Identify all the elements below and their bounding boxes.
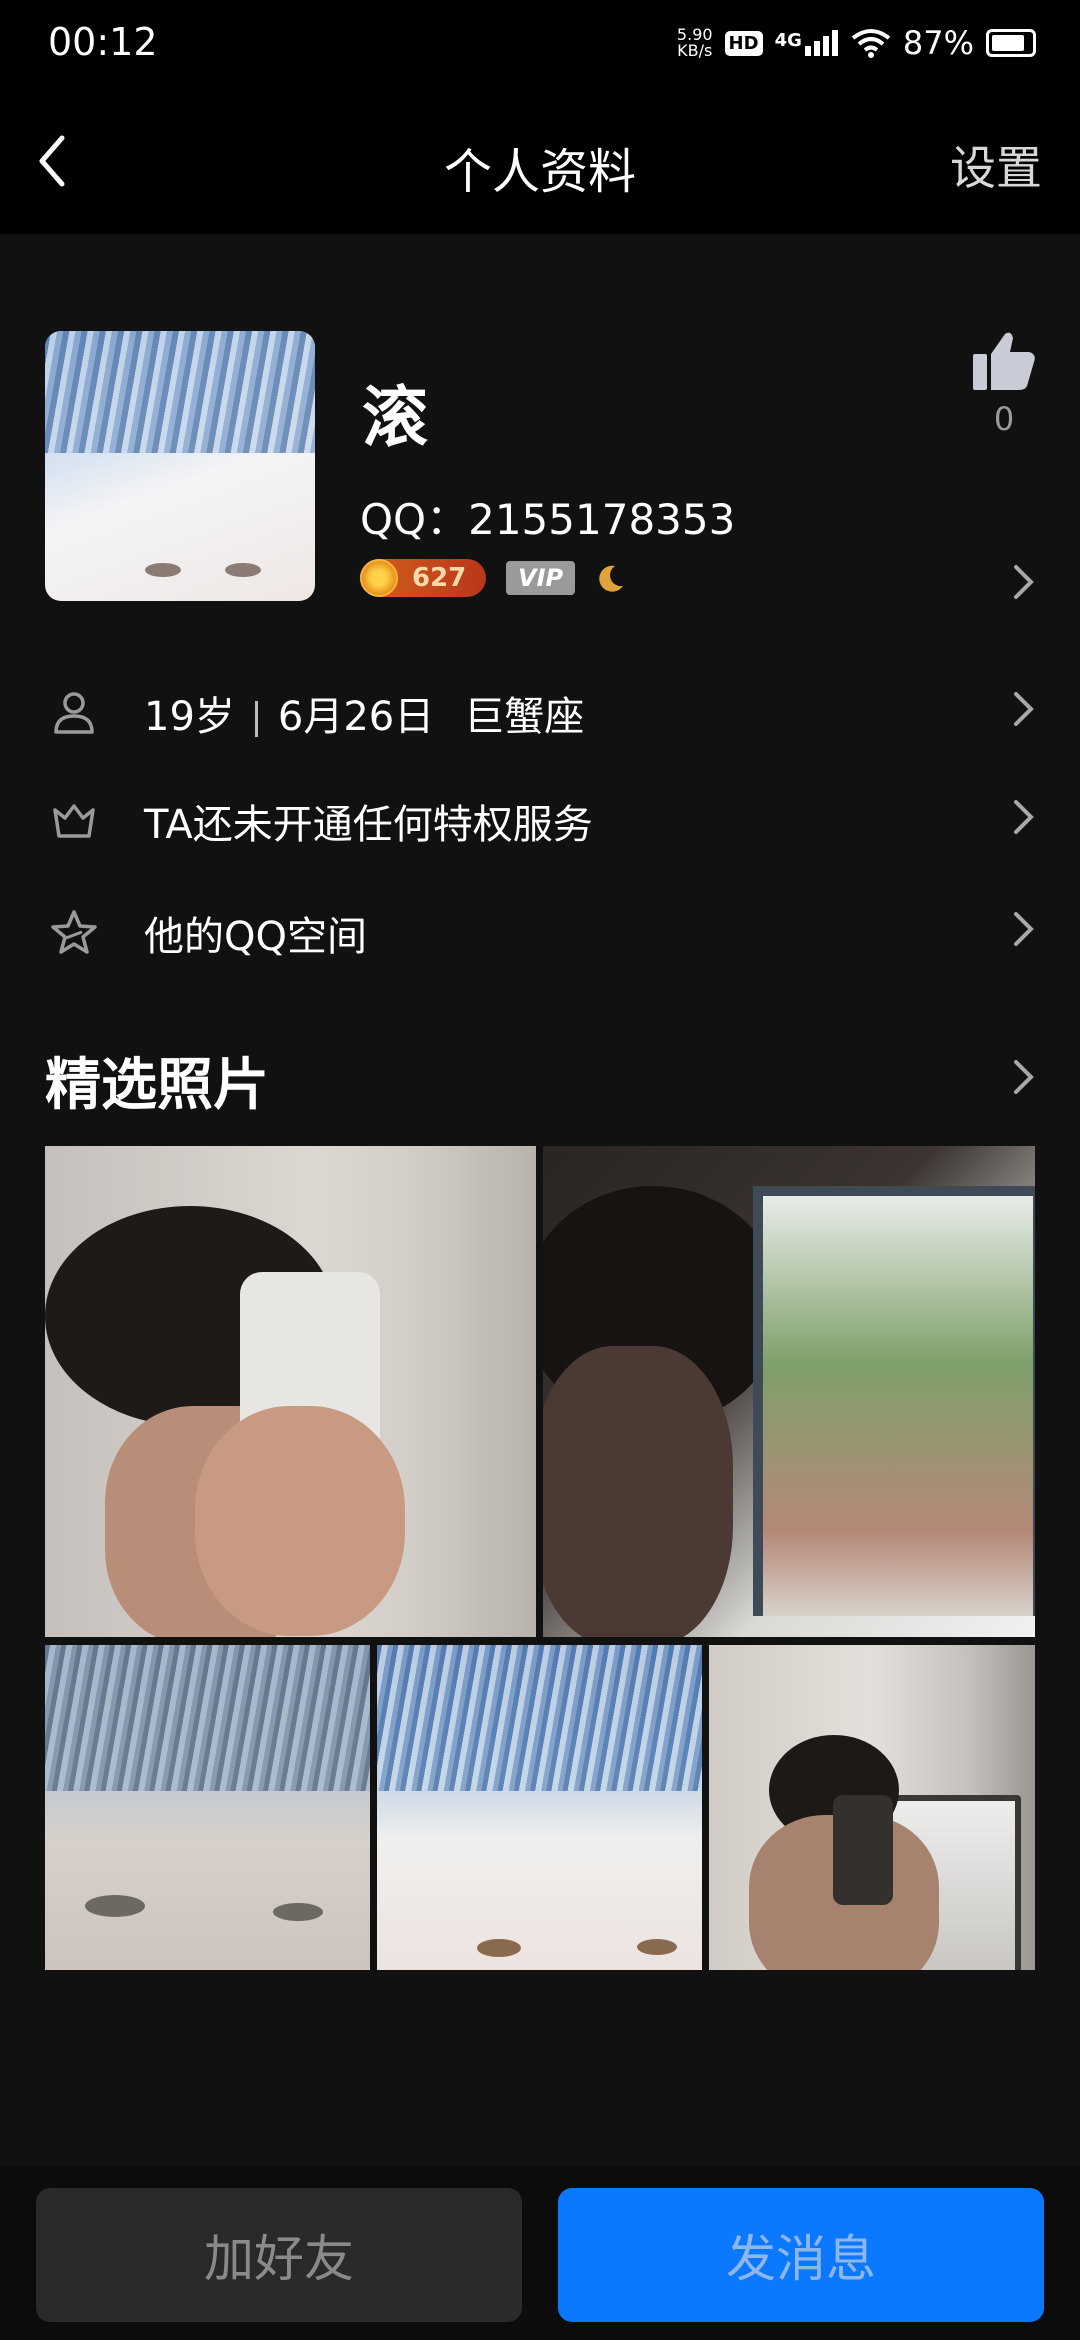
star-icon — [51, 910, 97, 954]
status-time: 00:12 — [48, 20, 158, 64]
like-count: 0 — [993, 400, 1015, 438]
like-button[interactable]: 0 — [968, 330, 1040, 438]
qzone-text: 他的QQ空间 — [144, 914, 367, 960]
battery-icon — [986, 29, 1036, 57]
chevron-right-icon[interactable] — [1012, 563, 1036, 601]
qq-number: QQ：2155178353 — [360, 495, 736, 544]
chevron-right-icon[interactable] — [1012, 798, 1036, 836]
level-number: 627 — [412, 563, 467, 593]
photo-3[interactable] — [45, 1645, 370, 1970]
battery-level: 87% — [902, 24, 974, 62]
photos-section-title: 精选照片 — [45, 1053, 269, 1118]
info-row-privilege[interactable]: TA还未开通任何特权服务 — [0, 768, 1080, 868]
age: 19岁 — [144, 694, 235, 740]
divider — [254, 701, 258, 737]
hd-icon: HD — [724, 30, 763, 56]
chevron-right-icon[interactable] — [1012, 690, 1036, 728]
settings-button[interactable]: 设置 — [950, 132, 1042, 198]
zodiac: 巨蟹座 — [464, 694, 585, 740]
status-icons: 5.90 KB/s HD 4G 87% — [677, 18, 1036, 68]
photo-1[interactable] — [45, 1146, 536, 1637]
nav-bar: 个人资料 设置 — [0, 88, 1080, 234]
info-row-qzone[interactable]: 他的QQ空间 — [0, 880, 1080, 980]
moon-icon — [599, 565, 624, 592]
crown-icon — [53, 804, 95, 838]
signal-icon: 4G — [775, 30, 839, 56]
thumbs-up-icon — [973, 332, 1035, 390]
level-badge[interactable]: 627 — [360, 559, 486, 597]
chevron-right-icon[interactable] — [1012, 1058, 1036, 1096]
send-message-button[interactable]: 发消息 — [558, 2188, 1044, 2322]
page-title: 个人资料 — [443, 144, 636, 200]
avatar[interactable] — [45, 331, 315, 601]
add-friend-button[interactable]: 加好友 — [36, 2188, 522, 2322]
badge-row[interactable]: 627 VIP — [360, 559, 627, 597]
photo-2[interactable] — [543, 1146, 1035, 1637]
nickname: 滚 — [362, 379, 428, 456]
net-speed: 5.90 KB/s — [676, 25, 713, 60]
info-row-basic[interactable]: 19岁 6月26日 巨蟹座 — [0, 660, 1080, 760]
person-icon — [54, 692, 94, 734]
wifi-icon — [851, 29, 891, 58]
birthday: 6月26日 — [277, 694, 435, 740]
bottom-action-bar: 加好友 发消息 — [0, 2166, 1080, 2340]
chevron-right-icon[interactable] — [1012, 910, 1036, 948]
vip-badge[interactable]: VIP — [506, 561, 576, 595]
photo-4[interactable] — [377, 1645, 702, 1970]
status-bar: 00:12 5.90 KB/s HD 4G 87% — [0, 0, 1080, 88]
photo-5[interactable] — [709, 1645, 1035, 1970]
coin-icon — [360, 559, 398, 597]
privilege-text: TA还未开通任何特权服务 — [144, 802, 593, 848]
